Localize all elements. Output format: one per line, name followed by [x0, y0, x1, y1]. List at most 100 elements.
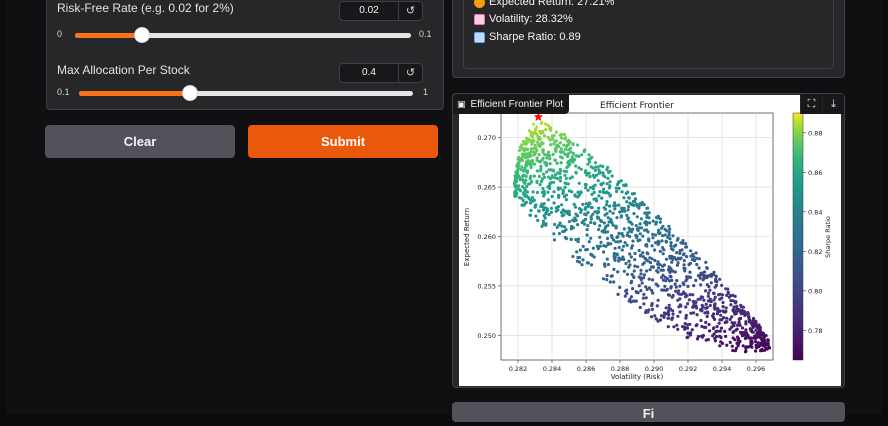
scatter-point [679, 256, 683, 260]
submit-button[interactable]: Submit [248, 125, 438, 158]
scatter-point [564, 198, 568, 202]
scatter-point [617, 181, 621, 185]
scatter-point [705, 266, 709, 270]
scatter-point [549, 206, 553, 210]
risk-free-rate-fill [75, 33, 143, 38]
scatter-point [621, 244, 626, 248]
scatter-point [557, 145, 561, 149]
scatter-point [653, 248, 657, 252]
chart-down-icon [474, 13, 485, 25]
scatter-point [719, 326, 724, 330]
scatter-point [712, 303, 717, 307]
efficient-frontier-plot-panel: Efficient Frontier 0.282 0.284 0.286 0.288 0… [452, 93, 845, 388]
scatter-point [671, 234, 675, 238]
max-allocation-reset-icon[interactable]: ↺ [399, 63, 423, 83]
scatter-point [549, 181, 553, 185]
scatter-point [646, 310, 650, 314]
scatter-point [754, 340, 758, 344]
scatter-point [633, 200, 637, 204]
scatter-point [721, 305, 725, 309]
risk-free-rate-thumb[interactable] [134, 27, 151, 43]
scatter-point [659, 314, 664, 318]
max-allocation-track[interactable] [79, 85, 413, 101]
scatter-point [606, 262, 611, 267]
scatter-point [567, 138, 571, 142]
scatter-point [632, 269, 636, 273]
efficient-frontier-figure: Efficient Frontier 0.282 0.284 0.286 0.288 0… [459, 95, 841, 386]
scatter-point [545, 170, 549, 174]
scatter-point [676, 327, 680, 331]
scatter-point [712, 306, 716, 310]
scatter-point [724, 334, 728, 338]
scatter-point [552, 232, 556, 236]
bottom-action-button[interactable]: Fi [452, 402, 845, 422]
scatter-point [591, 173, 595, 177]
scatter-point [571, 142, 575, 146]
risk-free-rate-input[interactable]: 0.02 [339, 1, 399, 21]
colorbar-tick-label: 0.80 [808, 287, 822, 295]
scatter-point [561, 190, 565, 194]
scatter-point [702, 275, 706, 279]
scatter-point [580, 220, 584, 225]
scatter-point [624, 261, 628, 266]
scatter-point [627, 259, 631, 263]
clear-button[interactable]: Clear [45, 125, 235, 158]
scatter-point [577, 181, 581, 185]
scatter-point [616, 235, 620, 239]
scatter-point [749, 336, 754, 340]
fullscreen-icon[interactable]: ⛶ [800, 94, 822, 114]
scatter-point [631, 239, 635, 243]
scatter-point [668, 307, 673, 311]
scatter-point [579, 210, 583, 214]
scatter-point [734, 328, 738, 332]
risk-free-rate-reset-icon[interactable]: ↺ [399, 1, 423, 21]
scatter-point [633, 251, 637, 256]
scatter-point [608, 194, 612, 198]
scatter-point [725, 343, 729, 347]
scatter-point [527, 182, 531, 186]
download-icon[interactable]: ⤓ [822, 94, 844, 114]
scatter-point [576, 190, 580, 194]
scatter-point [686, 284, 690, 288]
risk-free-rate-track[interactable] [75, 27, 411, 43]
scatter-point [650, 303, 654, 308]
scatter-point [640, 281, 644, 285]
scatter-point [690, 258, 694, 262]
scatter-point [533, 143, 537, 148]
max-allocation-min: 0.1 [57, 87, 70, 97]
scatter-point [549, 210, 553, 214]
scatter-point [529, 163, 533, 167]
scatter-point [527, 155, 531, 159]
scatter-point [570, 175, 574, 179]
scatter-point [531, 190, 535, 194]
scatter-point [605, 200, 609, 204]
scatter-point [726, 291, 730, 295]
scatter-point [622, 196, 626, 200]
scatter-point [616, 240, 620, 244]
scatter-point [749, 321, 753, 325]
scatter-point [743, 350, 748, 354]
scatter-point [671, 293, 675, 298]
scatter-point [539, 121, 543, 126]
max-allocation-input[interactable]: 0.4 [339, 63, 399, 83]
scatter-point [654, 215, 659, 220]
scatter-point [747, 315, 751, 319]
scatter-point [658, 220, 662, 224]
scatter-point [696, 297, 700, 301]
scatter-point [548, 157, 552, 161]
scatter-point [721, 300, 725, 305]
scatter-point [650, 257, 654, 261]
scatter-point [597, 194, 601, 198]
scatter-point [695, 337, 700, 341]
max-allocation-max: 1 [423, 87, 429, 97]
scatter-point [684, 245, 688, 249]
scatter-point [518, 177, 522, 181]
max-allocation-thumb[interactable] [182, 85, 199, 101]
scatter-point [724, 306, 728, 310]
scatter-point [699, 283, 703, 287]
scatter-point [632, 299, 636, 303]
scatter-point [678, 310, 682, 314]
scatter-point [626, 205, 631, 209]
scatter-point [714, 275, 718, 279]
scatter-point [571, 218, 575, 222]
